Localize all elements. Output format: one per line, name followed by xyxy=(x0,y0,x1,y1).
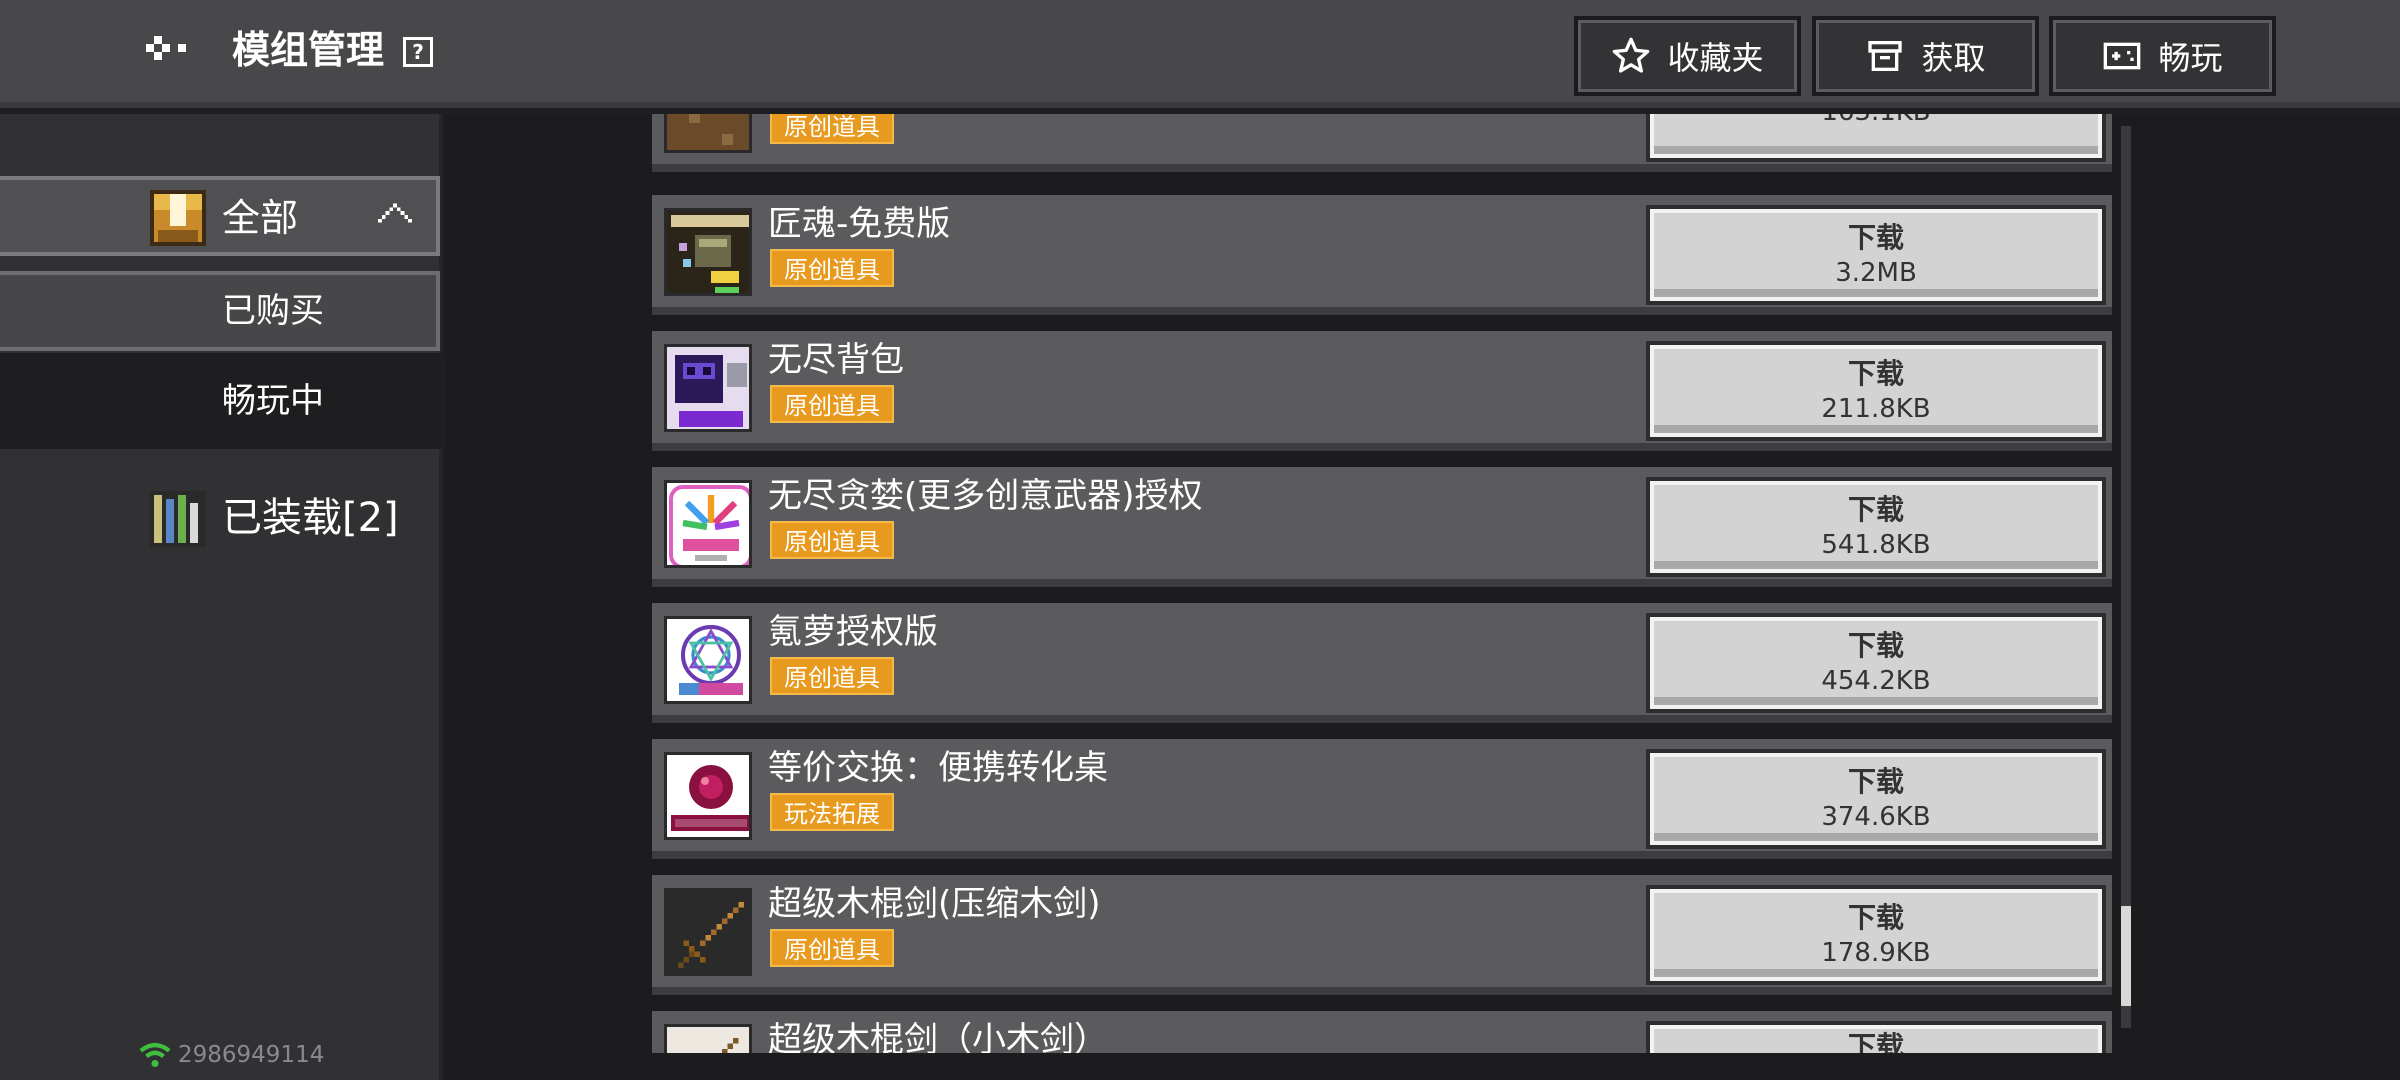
mod-name: 等价交换：便携转化桌 xyxy=(768,748,1108,788)
file-size: 211.8KB xyxy=(1821,394,1931,424)
sidebar-item-label: 全部 xyxy=(222,196,299,240)
download-button[interactable]: 下载 3.2MB xyxy=(1646,205,2106,305)
download-label: 下载 xyxy=(1847,493,1904,526)
top-bar: 模组管理 ? 收藏夹 获取 畅玩 xyxy=(0,0,2400,108)
gamepad-icon xyxy=(2104,42,2141,70)
sidebar-item-label: 已装载[2] xyxy=(222,495,399,541)
sidebar-item-loaded[interactable]: 已装载[2] xyxy=(0,479,440,559)
chest-icon xyxy=(150,190,206,246)
mod-name: 无尽贪婪(更多创意武器)授权 xyxy=(768,476,1203,516)
projecte-icon xyxy=(667,755,749,837)
star-icon xyxy=(1613,37,1650,73)
mod-name: 超级木棍剑(压缩木剑) xyxy=(768,884,1101,924)
download-label: 下载 xyxy=(1847,629,1904,662)
list-item[interactable]: 原创道具 163.1KB xyxy=(652,114,2112,172)
list-item[interactable]: 超级木棍剑（小木剑） 下载 xyxy=(652,1011,2112,1053)
store-icon xyxy=(1868,41,1903,71)
favorites-button[interactable]: 收藏夹 xyxy=(1574,16,1801,96)
sidebar-item-all[interactable]: 全部 xyxy=(0,176,440,256)
account-status: 2986949114 xyxy=(138,1038,324,1072)
download-button[interactable]: 下载 211.8KB xyxy=(1646,341,2106,441)
file-size: 163.1KB xyxy=(1821,114,1930,129)
list-item[interactable]: 匠魂-免费版 原创道具 下载 3.2MB xyxy=(652,195,2112,315)
mod-category-tag: 玩法拓展 xyxy=(770,793,894,831)
category-sidebar: 全部 已购买 畅玩中 已装载[2] xyxy=(0,114,442,1080)
mod-thumbnail xyxy=(664,616,752,704)
wifi-icon xyxy=(139,1042,171,1068)
get-button[interactable]: 获取 xyxy=(1812,16,2039,96)
download-button[interactable]: 下载 454.2KB xyxy=(1646,613,2106,713)
download-label: 下载 xyxy=(1847,1030,1904,1053)
tinkers-icon xyxy=(667,211,749,293)
download-button[interactable]: 163.1KB xyxy=(1646,114,2106,162)
sidebar-item-playing[interactable]: 畅玩中 xyxy=(0,353,442,449)
play-button[interactable]: 畅玩 xyxy=(2049,16,2276,96)
help-icon[interactable]: ? xyxy=(403,37,433,67)
mod-category-tag: 原创道具 xyxy=(770,521,894,559)
page-title: 模组管理 xyxy=(232,28,385,72)
account-id: 2986949114 xyxy=(178,1042,325,1068)
mod-category-tag: 原创道具 xyxy=(770,657,894,695)
mod-name: 氪萝授权版 xyxy=(768,612,938,652)
mod-thumbnail xyxy=(664,480,752,568)
file-size: 178.9KB xyxy=(1821,938,1931,968)
list-item[interactable]: 无尽背包 原创道具 下载 211.8KB xyxy=(652,331,2112,451)
file-size: 454.2KB xyxy=(1821,666,1931,696)
chevron-up-icon xyxy=(378,203,412,223)
file-size: 3.2MB xyxy=(1835,258,1917,288)
download-label: 下载 xyxy=(1847,357,1904,390)
mod-category-tag: 原创道具 xyxy=(770,929,894,967)
bookshelf-icon xyxy=(150,491,206,547)
list-item[interactable]: 等价交换：便携转化桌 玩法拓展 下载 374.6KB xyxy=(652,739,2112,859)
mod-category-tag: 原创道具 xyxy=(770,249,894,287)
magic-circle-icon xyxy=(667,619,749,701)
mod-name: 匠魂-免费版 xyxy=(768,204,951,244)
sidebar-item-bought[interactable]: 已购买 xyxy=(0,271,440,351)
mod-list[interactable]: 原创道具 163.1KB 匠魂-免费版 原创道具 下载 3.2MB xyxy=(648,114,2132,1053)
scrollbar-track[interactable] xyxy=(2121,126,2131,1028)
favorites-label: 收藏夹 xyxy=(1667,39,1764,77)
wood-sword-small-icon xyxy=(667,1027,749,1053)
download-label: 下载 xyxy=(1847,221,1904,254)
mod-thumbnail xyxy=(664,888,752,976)
download-button[interactable]: 下载 178.9KB xyxy=(1646,885,2106,985)
download-button[interactable]: 下载 xyxy=(1646,1021,2106,1053)
download-button[interactable]: 下载 541.8KB xyxy=(1646,477,2106,577)
download-label: 下载 xyxy=(1847,765,1904,798)
file-size: 374.6KB xyxy=(1821,802,1931,832)
mod-name: 超级木棍剑（小木剑） xyxy=(768,1020,1108,1053)
grass-block-icon xyxy=(667,114,749,150)
list-item[interactable]: 超级木棍剑(压缩木剑) 原创道具 下载 178.9KB xyxy=(652,875,2112,995)
mod-thumbnail xyxy=(664,752,752,840)
mod-category-tag: 原创道具 xyxy=(770,385,894,423)
mod-thumbnail xyxy=(664,344,752,432)
back-arrow-icon xyxy=(146,36,186,60)
list-item[interactable]: 无尽贪婪(更多创意武器)授权 原创道具 下载 541.8KB xyxy=(652,467,2112,587)
download-label: 下载 xyxy=(1847,901,1904,934)
list-item[interactable]: 氪萝授权版 原创道具 下载 454.2KB xyxy=(652,603,2112,723)
get-label: 获取 xyxy=(1921,39,1986,77)
avaritia-icon xyxy=(667,483,749,565)
file-size: 541.8KB xyxy=(1821,530,1931,560)
mod-thumbnail xyxy=(664,208,752,296)
wood-sword-icon xyxy=(667,891,749,973)
download-button[interactable]: 下载 374.6KB xyxy=(1646,749,2106,849)
back-button[interactable] xyxy=(140,24,200,76)
mod-thumbnail xyxy=(664,1024,752,1053)
mod-thumbnail xyxy=(664,114,752,153)
scrollbar-thumb[interactable] xyxy=(2121,906,2131,1006)
play-label: 畅玩 xyxy=(2158,39,2223,77)
backpack-icon xyxy=(667,347,749,429)
mod-category-tag: 原创道具 xyxy=(770,114,894,144)
mod-name: 无尽背包 xyxy=(768,340,904,380)
